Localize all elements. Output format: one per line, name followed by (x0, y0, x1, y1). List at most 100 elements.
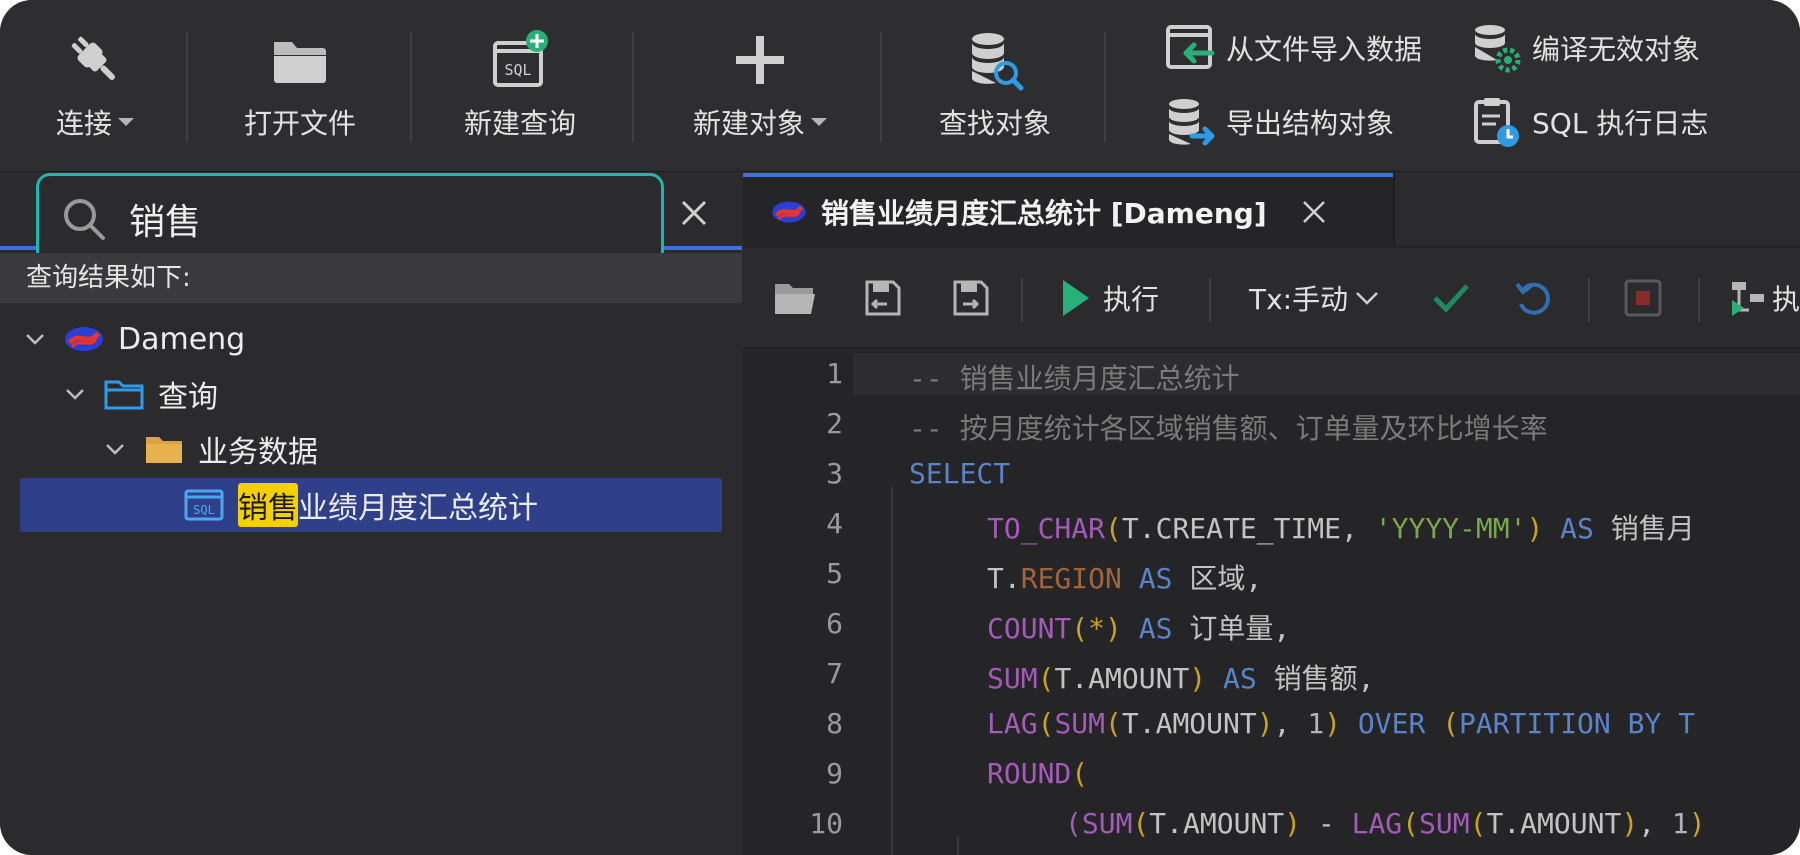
find-object-label: 查找对象 (938, 107, 1051, 140)
tx-mode-label: Tx:手动 (1249, 283, 1349, 316)
tree-node-sales-query[interactable]: SQL 销售 业绩月度汇总统计 (184, 479, 538, 531)
connect-button[interactable]: 连接 (40, 28, 150, 148)
compile-invalid-button[interactable]: 编译无效对象 (1470, 22, 1700, 74)
commit-button[interactable] (1431, 274, 1471, 322)
explain-label: 执 (1772, 283, 1800, 316)
sql-log-button[interactable]: SQL 执行日志 (1470, 96, 1708, 148)
stop-icon (1624, 279, 1662, 317)
code-line: SELECT (909, 457, 1011, 490)
compile-invalid-label: 编译无效对象 (1532, 33, 1701, 66)
new-object-button[interactable]: 新建对象 (680, 28, 840, 148)
save-as-icon (953, 280, 989, 316)
new-query-button[interactable]: SQL 新建查询 (450, 28, 590, 148)
check-icon (1433, 284, 1469, 313)
line-number: 3 (826, 457, 843, 490)
chevron-down-icon (1356, 292, 1378, 305)
log-clock-icon (1470, 96, 1522, 148)
save-as-button[interactable] (951, 274, 991, 322)
find-object-button[interactable]: 查找对象 (925, 28, 1065, 148)
line-number: 4 (826, 507, 843, 540)
explain-plan-button[interactable]: 执 (1728, 274, 1800, 322)
import-data-label: 从文件导入数据 (1226, 33, 1423, 66)
svg-text:SQL: SQL (504, 61, 531, 79)
main-toolbar: 连接 打开文件 SQL 新建查询 新建对象 查找对象 从文件导入数据 编译无效对… (0, 0, 1800, 172)
tx-mode-select[interactable]: Tx:手动 (1249, 274, 1380, 322)
tree-node-label: Dameng (118, 321, 246, 357)
connect-label: 连接 (55, 107, 112, 140)
close-icon[interactable] (678, 197, 710, 229)
plan-tree-icon (1732, 282, 1764, 316)
svg-text:SQL: SQL (193, 503, 215, 517)
execute-label: 执行 (1103, 283, 1160, 316)
line-number: 6 (826, 607, 843, 640)
import-file-icon (1164, 22, 1216, 74)
new-query-label: 新建查询 (463, 107, 576, 140)
search-icon (64, 199, 105, 240)
play-icon (1063, 280, 1089, 316)
chevron-down-icon (811, 118, 827, 126)
editor-toolbar: 执行 Tx:手动 执 (743, 248, 1800, 348)
line-number: 8 (826, 707, 843, 740)
toolbar-divider (186, 32, 188, 142)
chevron-down-icon (66, 389, 84, 400)
toolbar-divider (1021, 278, 1023, 322)
undo-icon (1515, 282, 1550, 315)
plug-icon (64, 28, 126, 92)
tree-node-label: 业务数据 (198, 435, 318, 470)
folder-icon (144, 433, 184, 465)
code-line: LAG(SUM(T.AMOUNT), 1) OVER (PARTITION BY… (987, 707, 1696, 740)
execute-button[interactable]: 执行 (1059, 274, 1159, 322)
save-icon (865, 280, 901, 316)
toolbar-divider (1104, 32, 1106, 142)
folder-outline-icon (104, 378, 144, 410)
app-window: 连接 打开文件 SQL 新建查询 新建对象 查找对象 从文件导入数据 编译无效对… (0, 0, 1800, 855)
sql-file-icon: SQL (184, 489, 224, 521)
toolbar-divider (632, 32, 634, 142)
search-input[interactable]: 销售 (36, 173, 664, 265)
code-line: ROUND( (987, 757, 1089, 790)
line-number: 2 (826, 407, 843, 440)
chevron-down-icon (118, 118, 134, 126)
plus-icon (732, 28, 788, 92)
folder-open-icon (270, 28, 330, 92)
sql-log-label: SQL 执行日志 (1532, 107, 1709, 140)
database-export-icon (1164, 96, 1216, 148)
chevron-down-icon (106, 444, 124, 455)
tree-node-dameng[interactable]: Dameng (24, 313, 245, 365)
tree-node-label: 查询 (158, 380, 218, 415)
toolbar-divider (410, 32, 412, 142)
database-search-icon (964, 28, 1026, 92)
export-structure-button[interactable]: 导出结构对象 (1164, 96, 1394, 148)
sql-code-editor[interactable]: 1 2 3 4 5 6 7 8 9 10 -- 销售业绩月度汇总统计 -- 按月… (743, 349, 1800, 855)
dameng-logo-icon (64, 323, 104, 355)
new-object-label: 新建对象 (692, 107, 805, 140)
code-line: COUNT(*) AS 订单量, (987, 612, 1291, 645)
tree-node-label: 业绩月度汇总统计 (298, 491, 538, 526)
toolbar-divider (880, 32, 882, 142)
line-number: 9 (826, 757, 843, 790)
object-search-panel: 销售 查询结果如下: Dameng 查询 业务数据 SQL 销售 业绩月度汇总统… (0, 173, 742, 855)
import-data-button[interactable]: 从文件导入数据 (1164, 22, 1422, 74)
export-structure-label: 导出结构对象 (1226, 107, 1395, 140)
code-line: -- 销售业绩月度汇总统计 (909, 362, 1240, 395)
close-icon[interactable] (1301, 199, 1327, 225)
toolbar-divider (1698, 278, 1700, 322)
tab-title: 销售业绩月度汇总统计 [Dameng] (821, 197, 1267, 230)
code-line: T.REGION AS 区域, (987, 562, 1263, 595)
save-button[interactable] (863, 274, 903, 322)
rollback-button[interactable] (1513, 274, 1553, 322)
results-header: 查询结果如下: (0, 253, 742, 303)
line-number: 5 (826, 557, 843, 590)
indent-guide (957, 837, 959, 855)
dameng-logo-icon (771, 198, 807, 226)
open-file-button[interactable]: 打开文件 (225, 28, 375, 148)
search-value: 销售 (129, 202, 202, 243)
editor-tab-strip: 销售业绩月度汇总统计 [Dameng] (743, 173, 1800, 247)
open-script-button[interactable] (773, 274, 817, 322)
tab-sales-summary[interactable]: 销售业绩月度汇总统计 [Dameng] (743, 173, 1393, 247)
stop-button[interactable] (1623, 274, 1663, 322)
tree-node-business-data[interactable]: 业务数据 (104, 423, 318, 475)
new-sql-icon: SQL (489, 28, 551, 92)
indent-guide (891, 487, 893, 855)
tree-node-queries[interactable]: 查询 (64, 368, 218, 420)
